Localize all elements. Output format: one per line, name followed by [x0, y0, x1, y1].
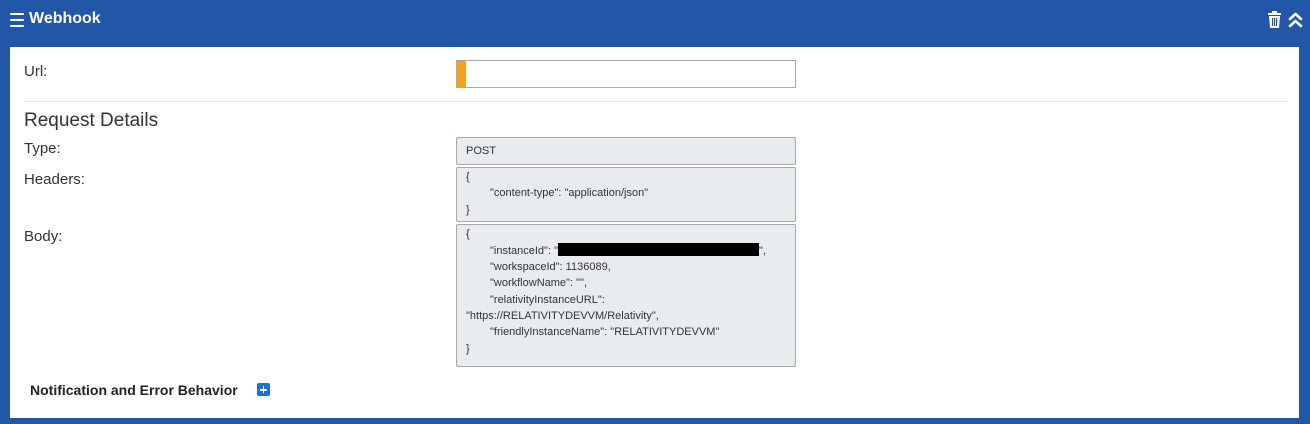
double-chevron-up-icon[interactable]	[1288, 11, 1303, 29]
body-line: }	[466, 343, 470, 355]
body-label: Body:	[24, 228, 63, 245]
body-field: { "instanceId": " ", "workspaceId": 11360…	[456, 224, 796, 367]
headers-line: "content-type": "application/json"	[490, 187, 649, 199]
body-line: "relativityInstanceURL":	[490, 294, 605, 306]
request-details-heading: Request Details	[24, 110, 159, 131]
body-line: "friendlyInstanceName": "RELATIVITYDEVVM…	[490, 326, 720, 338]
notification-section-label: Notification and Error Behavior	[30, 382, 238, 398]
webhook-panel: Webhook Url: Request Details Type: POST …	[0, 0, 1310, 424]
panel-header: Webhook	[0, 0, 1310, 43]
url-label: Url:	[24, 63, 48, 80]
body-line: "https://RELATIVITYDEVVM/Relativity",	[466, 310, 659, 322]
hamburger-menu-icon[interactable]	[10, 13, 24, 27]
section-divider	[24, 101, 1288, 102]
body-line: "workspaceId": 1136089,	[490, 261, 611, 273]
headers-line: }	[466, 204, 470, 216]
expand-plus-icon[interactable]	[257, 383, 270, 396]
url-field-wrapper	[456, 60, 796, 88]
body-line: "workflowName": "",	[490, 277, 587, 289]
body-line: {	[466, 228, 470, 240]
type-field: POST	[456, 137, 796, 165]
panel-content: Url: Request Details Type: POST Headers:…	[10, 47, 1299, 418]
required-marker	[457, 61, 466, 87]
body-line-instance-id: "instanceId": " ",	[490, 243, 766, 257]
type-label: Type:	[24, 140, 61, 157]
panel-title: Webhook	[29, 10, 101, 27]
headers-field: { "content-type": "application/json" }	[456, 167, 796, 222]
type-value: POST	[466, 145, 496, 157]
url-input[interactable]	[467, 61, 793, 87]
redacted-block	[557, 243, 759, 256]
headers-label: Headers:	[24, 171, 85, 188]
trash-icon[interactable]	[1267, 11, 1282, 29]
headers-line: {	[466, 171, 470, 183]
